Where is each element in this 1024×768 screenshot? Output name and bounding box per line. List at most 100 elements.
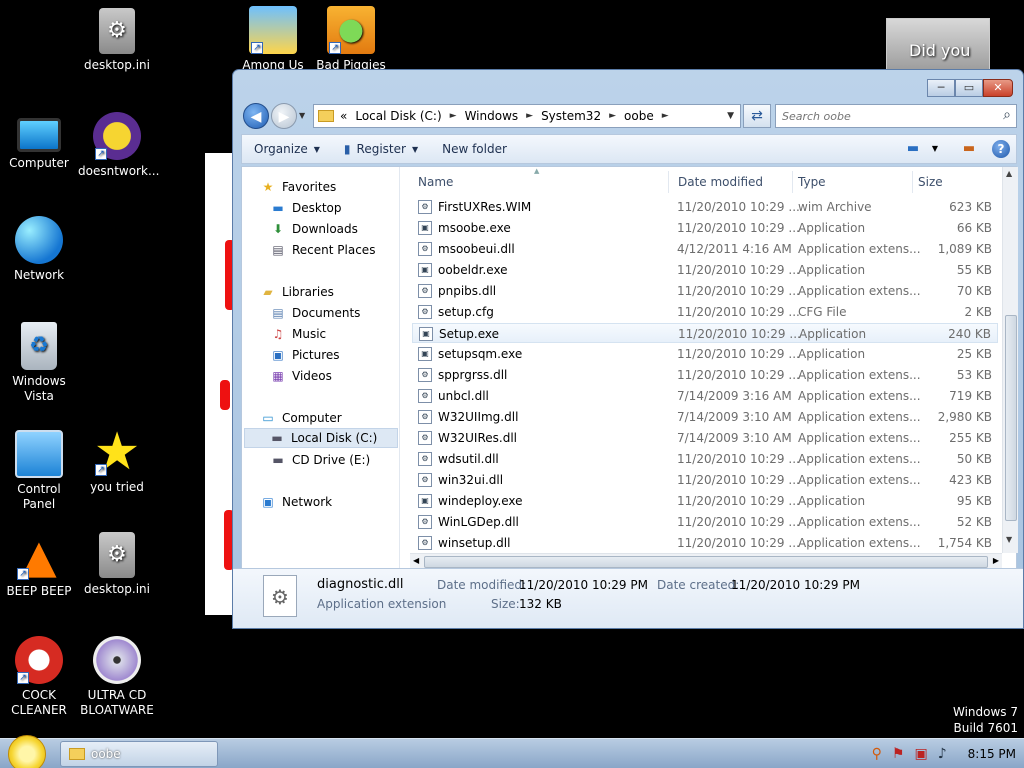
desktop-icon-windows-vista[interactable]: Windows Vista <box>0 322 78 404</box>
organize-button[interactable]: Organize ▼ <box>242 135 332 163</box>
column-date-modified[interactable]: Date modified <box>678 175 763 189</box>
forward-button[interactable]: ▶ <box>271 103 297 129</box>
desktop-icon-ultra-cd-bloatware[interactable]: ULTRA CD BLOATWARE <box>78 636 156 718</box>
desktop-icon-you-tried[interactable]: ↗ you tried <box>78 428 156 495</box>
nav-cd-drive[interactable]: ▬ CD Drive (E:) <box>270 450 370 470</box>
file-row[interactable]: ⚙ W32UIImg.dll 7/14/2009 3:10 AM Applicatio… <box>412 407 998 427</box>
crumb-separator-icon[interactable]: ► <box>662 111 669 121</box>
column-size[interactable]: Size <box>918 175 943 189</box>
back-button[interactable]: ◀ <box>243 103 269 129</box>
preview-pane-icon[interactable]: ▬ <box>958 139 980 159</box>
address-bar[interactable]: « Local Disk (C:) ► Windows ► System32 ►… <box>313 104 741 128</box>
change-view-icon[interactable]: ▬ <box>902 139 924 159</box>
nav-videos[interactable]: ▦ Videos <box>270 366 332 386</box>
help-icon[interactable]: ? <box>992 140 1010 158</box>
horizontal-scroll-thumb[interactable] <box>424 556 988 568</box>
refresh-button[interactable]: ⇄ <box>743 104 771 128</box>
file-row[interactable]: ▣ Setup.exe 11/20/2010 10:29 ... Applicatio… <box>412 323 998 343</box>
column-type[interactable]: Type <box>798 175 826 189</box>
scroll-down-icon[interactable]: ▼ <box>1006 535 1012 544</box>
file-row[interactable]: ⚙ msoobeui.dll 4/12/2011 4:16 AM Applicatio… <box>412 239 998 259</box>
nav-computer[interactable]: ▭ Computer <box>260 408 341 428</box>
search-box[interactable]: ⌕ <box>775 104 1017 128</box>
start-button[interactable] <box>8 735 46 768</box>
file-row[interactable]: ⚙ pnpibs.dll 11/20/2010 10:29 ... Applicati… <box>412 281 998 301</box>
desktop-icon-bad-piggies[interactable]: ↗ Bad Piggies <box>312 6 390 73</box>
file-row[interactable]: ⚙ unbcl.dll 7/14/2009 3:16 AM Application e… <box>412 386 998 406</box>
file-row[interactable]: ⚙ win32ui.dll 11/20/2010 10:29 ... Applicat… <box>412 470 998 490</box>
register-button[interactable]: ▮ Register ▼ <box>332 135 430 163</box>
scroll-up-icon[interactable]: ▲ <box>1006 169 1012 178</box>
desktop-icon-cock-cleaner[interactable]: ↗ COCK CLEANER <box>0 636 78 718</box>
crumb-local-disk[interactable]: Local Disk (C:) <box>355 109 441 123</box>
crumb-windows[interactable]: Windows <box>465 109 519 123</box>
desktop-icon-computer[interactable]: Computer <box>0 112 78 171</box>
nav-downloads[interactable]: ⬇ Downloads <box>270 219 358 239</box>
file-row[interactable]: ⚙ spprgrss.dll 11/20/2010 10:29 ... Applica… <box>412 365 998 385</box>
nav-label: Favorites <box>282 180 337 194</box>
horizontal-scrollbar[interactable]: ◀ ▶ <box>410 553 1002 569</box>
scroll-left-icon[interactable]: ◀ <box>413 556 419 565</box>
address-dropdown-icon[interactable]: ▼ <box>727 111 734 121</box>
file-row[interactable]: ⚙ winsetup.dll 11/20/2010 10:29 ... Applica… <box>412 533 998 553</box>
crumb-oobe[interactable]: oobe <box>624 109 654 123</box>
details-pane: ⚙ diagnostic.dll Application extension D… <box>233 568 1023 628</box>
new-folder-button[interactable]: New folder <box>430 135 519 163</box>
desktop-icon-desktop-ini-2[interactable]: desktop.ini <box>78 532 156 597</box>
maximize-button[interactable]: ▭ <box>955 79 983 97</box>
nav-libraries[interactable]: ▰ Libraries <box>260 282 333 302</box>
taskbar-button-oobe[interactable]: oobe <box>60 741 218 767</box>
search-input[interactable] <box>776 105 986 127</box>
desktop-icon-network[interactable]: Network <box>0 216 78 283</box>
file-row[interactable]: ▣ windeploy.exe 11/20/2010 10:29 ... Applic… <box>412 491 998 511</box>
desktop-icon-desktop-ini[interactable]: desktop.ini <box>78 8 156 73</box>
clock[interactable]: 8:15 PM <box>968 747 1016 761</box>
nav-recent-places[interactable]: ▤ Recent Places <box>270 240 375 260</box>
crumb-separator-icon[interactable]: ► <box>526 111 533 121</box>
file-row[interactable]: ⚙ setup.cfg 11/20/2010 10:29 ... CFG File 2 … <box>412 302 998 322</box>
nav-network[interactable]: ▣ Network <box>260 492 332 512</box>
close-button[interactable]: ✕ <box>983 79 1013 97</box>
column-divider[interactable] <box>668 171 669 193</box>
search-icon[interactable]: ⌕ <box>1003 107 1011 123</box>
column-divider[interactable] <box>912 171 913 193</box>
desktop-icon-doesntwork[interactable]: ↗ doesntwork... <box>78 112 159 179</box>
nav-pictures[interactable]: ▣ Pictures <box>270 345 339 365</box>
column-name[interactable]: Name <box>418 175 453 189</box>
explorer-window[interactable]: ─ ▭ ✕ ◀ ▶ ▼ « Local Disk (C:) ► Windows … <box>232 69 1024 629</box>
volume-icon[interactable]: ♪ <box>938 746 947 762</box>
file-row[interactable]: ▣ setupsqm.exe 11/20/2010 10:29 ... Applica… <box>412 344 998 364</box>
nav-desktop[interactable]: ▬ Desktop <box>270 198 341 218</box>
file-row[interactable]: ⚙ WinLGDep.dll 11/20/2010 10:29 ... Applica… <box>412 512 998 532</box>
recent-pages-dropdown-icon[interactable]: ▼ <box>299 111 305 120</box>
nav-documents[interactable]: ▤ Documents <box>270 303 360 323</box>
file-row[interactable]: ▣ oobeldr.exe 11/20/2010 10:29 ... Applicat… <box>412 260 998 280</box>
minimize-button[interactable]: ─ <box>927 79 955 97</box>
desktop-icon-beep-beep[interactable]: ↗ BEEP BEEP <box>0 532 78 599</box>
search-tray-icon[interactable]: ⚲ <box>872 746 882 762</box>
nav-local-disk[interactable]: ▬ Local Disk (C:) <box>244 428 398 448</box>
vertical-scroll-thumb[interactable] <box>1005 315 1017 521</box>
crumb-separator-icon[interactable]: ► <box>450 111 457 121</box>
action-center-icon[interactable]: ⚑ <box>892 746 905 762</box>
details-size: 132 KB <box>519 597 562 611</box>
desktop-icon-among-us[interactable]: ↗ Among Us <box>234 6 312 73</box>
file-row[interactable]: ⚙ wdsutil.dll 11/20/2010 10:29 ... Applicat… <box>412 449 998 469</box>
file-date-modified: 11/20/2010 10:29 ... <box>677 305 800 319</box>
scroll-right-icon[interactable]: ▶ <box>993 556 999 565</box>
file-row[interactable]: ⚙ W32UIRes.dll 7/14/2009 3:10 AM Applicatio… <box>412 428 998 448</box>
file-row[interactable]: ⚙ FirstUXRes.WIM 11/20/2010 10:29 ... wim A… <box>412 197 998 217</box>
application-file-icon: ▣ <box>418 347 432 361</box>
nav-music[interactable]: ♫ Music <box>270 324 327 344</box>
view-options-dropdown-icon[interactable]: ▼ <box>924 139 946 159</box>
desktop-icon-control-panel[interactable]: Control Panel <box>0 430 78 512</box>
column-divider[interactable] <box>792 171 793 193</box>
network-status-icon[interactable]: ▣ <box>914 746 927 762</box>
nav-favorites[interactable]: ★ Favorites <box>260 177 337 197</box>
crumb-separator-icon[interactable]: ► <box>609 111 616 121</box>
crumb-system32[interactable]: System32 <box>541 109 601 123</box>
caption-buttons: ─ ▭ ✕ <box>927 79 1013 97</box>
file-row[interactable]: ▣ msoobe.exe 11/20/2010 10:29 ... Applicati… <box>412 218 998 238</box>
address-overflow[interactable]: « <box>340 109 347 123</box>
vertical-scrollbar[interactable]: ▲ ▼ <box>1002 167 1018 553</box>
